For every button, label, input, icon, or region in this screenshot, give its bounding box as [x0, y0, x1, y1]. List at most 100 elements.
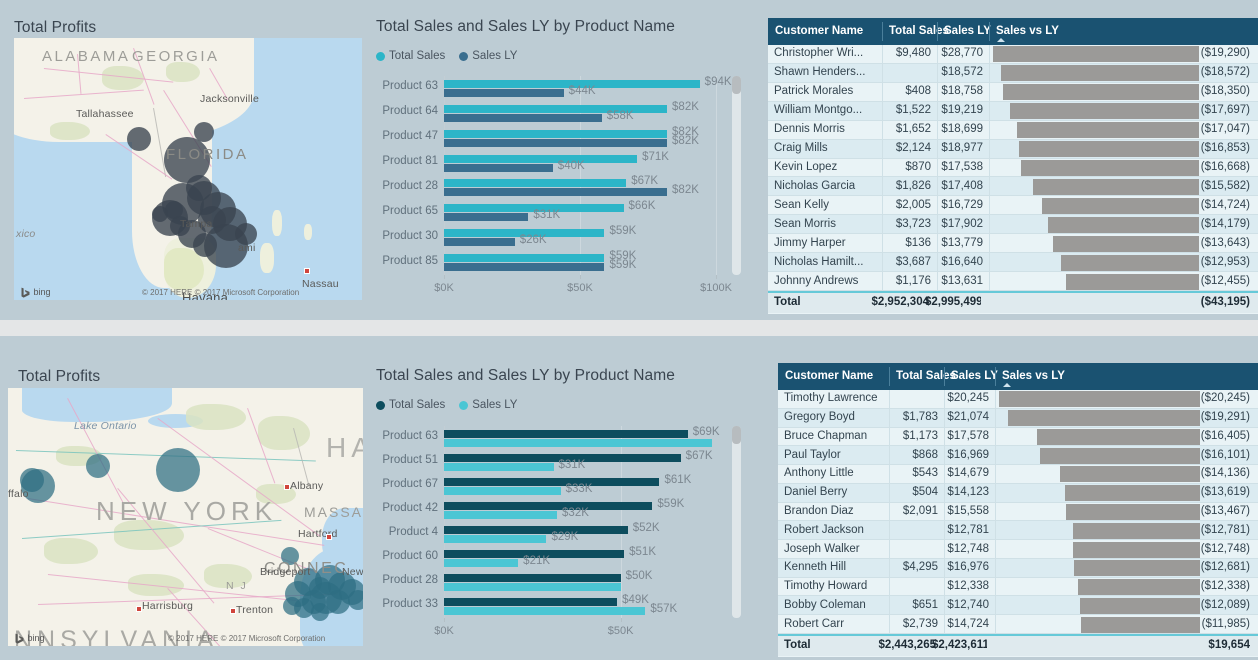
profit-bubble[interactable] — [170, 216, 190, 236]
bar-total-sales[interactable] — [444, 477, 660, 486]
cell-sales-vs-ly: ($16,668) — [1200, 161, 1250, 173]
city-marker-hartford — [326, 534, 332, 540]
chart-scrollbar-thumb[interactable] — [732, 76, 741, 94]
profit-bubble[interactable] — [20, 468, 44, 492]
bar-total-sales[interactable] — [444, 179, 627, 188]
cell-sales-vs-ly: ($17,697) — [1200, 104, 1250, 117]
bar-total-sales[interactable] — [444, 129, 668, 138]
legend-item[interactable]: Total Sales — [376, 50, 445, 62]
cell-customer-name: Kevin Lopez — [774, 161, 838, 173]
bar-value-label: $40K — [557, 159, 585, 172]
cell-sales-ly: $18,699 — [941, 123, 983, 136]
sort-ascending-icon[interactable] — [1003, 383, 1011, 387]
column-header-total-sales[interactable]: Total Sales — [889, 18, 949, 45]
bar-sales-ly[interactable] — [444, 113, 602, 122]
bar-sales-ly[interactable] — [444, 534, 547, 543]
column-header-customer-name[interactable]: Customer Name — [785, 363, 873, 390]
profit-bubble[interactable] — [283, 597, 301, 615]
header-separator — [995, 367, 996, 386]
column-header-sales-ly[interactable]: Sales LY — [951, 363, 998, 390]
chart-scrollbar-track[interactable] — [732, 76, 741, 275]
cell-customer-name: Kenneth Hill — [784, 561, 847, 574]
legend-item[interactable]: Total Sales — [376, 399, 445, 411]
chart-legend-top[interactable]: Total Sales Sales LY — [376, 50, 517, 62]
total-total-sales: $2,952,304 — [871, 296, 929, 308]
cell-total-sales: $136 — [905, 236, 931, 249]
cell-customer-name: Robert Carr — [784, 617, 845, 630]
bar-sales-ly[interactable] — [444, 510, 558, 519]
bar-sales-ly[interactable] — [444, 88, 564, 97]
bar-total-sales[interactable] — [444, 525, 628, 534]
bar-sales-ly[interactable] — [444, 438, 713, 447]
profit-bubble[interactable] — [127, 127, 151, 151]
profit-bubble[interactable] — [156, 448, 200, 492]
green-area — [204, 564, 252, 588]
cell-sales-ly: $18,758 — [941, 85, 983, 98]
cell-total-sales: $651 — [912, 598, 938, 611]
gridline — [716, 76, 717, 275]
bar-total-sales[interactable] — [444, 154, 638, 163]
cell-sales-vs-ly: ($13,619) — [1200, 486, 1250, 499]
chart-legend-bottom[interactable]: Total Sales Sales LY — [376, 399, 517, 411]
bar-sales-ly[interactable] — [444, 238, 515, 247]
profit-bubble[interactable] — [348, 590, 363, 610]
legend-item[interactable]: Sales LY — [459, 399, 517, 411]
legend-label: Total Sales — [389, 50, 446, 62]
sort-ascending-icon[interactable] — [997, 38, 1005, 42]
bar-sales-ly[interactable] — [444, 558, 519, 567]
bar-sales-ly[interactable] — [444, 462, 554, 471]
bar-sales-ly[interactable] — [444, 213, 529, 222]
bar-total-sales[interactable] — [444, 501, 653, 510]
bar-sales-ly[interactable] — [444, 188, 668, 197]
bar-total-sales[interactable] — [444, 429, 688, 438]
map-visual-top[interactable]: ALABAMA GEORGIA FLORIDA Tallahassee Jacksonv… — [14, 38, 362, 300]
bar-sales-ly[interactable] — [444, 606, 646, 615]
cell-customer-name: Robert Jackson — [784, 523, 864, 536]
customer-table-bottom[interactable]: Customer Name Total Sales Sales LY Sales vs… — [778, 363, 1258, 657]
map-visual-bottom[interactable]: NEW YORKNNSYLVANIAMASSACONNECHALake Onta… — [8, 388, 363, 646]
cell-sales-vs-ly: ($12,455) — [1200, 274, 1250, 287]
chart-scrollbar-track[interactable] — [732, 426, 741, 618]
profit-bubble[interactable] — [198, 206, 226, 234]
cell-customer-name: Shawn Henders... — [774, 66, 866, 79]
profit-bubble[interactable] — [86, 454, 110, 478]
bar-chart-bottom[interactable]: $0K $50K Product 63 $69K Product 51 $67K $31K P… — [376, 420, 746, 648]
category-label: Product 51 — [382, 454, 438, 466]
profit-bubble[interactable] — [281, 547, 299, 565]
legend-item[interactable]: Sales LY — [459, 50, 517, 62]
profit-bubble[interactable] — [311, 603, 329, 621]
profit-bubble[interactable] — [152, 206, 168, 222]
bar-sales-ly[interactable] — [444, 263, 605, 272]
cell-sales-ly: $15,558 — [947, 505, 989, 517]
total-total-sales: $2,443,265 — [878, 639, 936, 651]
bar-total-sales[interactable] — [444, 573, 621, 582]
column-divider — [989, 45, 990, 291]
customer-table-top[interactable]: Customer Name Total Sales Sales LY Sales vs… — [768, 18, 1258, 314]
chart-scrollbar-thumb[interactable] — [732, 426, 741, 444]
green-area — [50, 122, 90, 140]
column-header-sales-ly[interactable]: Sales LY — [944, 18, 991, 45]
total-sales-ly: $2,423,611 — [932, 639, 987, 651]
column-header-total-sales[interactable]: Total Sales — [896, 363, 956, 390]
cell-sales-vs-ly: ($12,781) — [1200, 523, 1250, 536]
profit-bubble[interactable] — [193, 233, 217, 257]
bar-sales-ly[interactable] — [444, 138, 668, 147]
bar-sales-ly[interactable] — [444, 163, 553, 172]
category-label: Product 4 — [388, 526, 438, 538]
bar-sales-ly[interactable] — [444, 582, 621, 591]
bar-sales-ly[interactable] — [444, 486, 561, 495]
bar-chart-top[interactable]: $0K $50K $100K Product 63 $94K $44K Product 64… — [376, 70, 746, 305]
profit-bubble[interactable] — [235, 223, 257, 245]
cell-sales-vs-ly: ($16,853) — [1200, 142, 1250, 155]
cell-sales-ly: $20,245 — [947, 392, 989, 405]
cell-sales-vs-ly: ($19,291) — [1200, 411, 1250, 424]
bar-total-sales[interactable] — [444, 254, 605, 263]
cell-total-sales: $2,739 — [902, 617, 938, 630]
bar-total-sales[interactable] — [444, 597, 618, 606]
column-header-sales-vs-ly[interactable]: Sales vs LY — [996, 18, 1059, 45]
column-header-sales-vs-ly[interactable]: Sales vs LY — [1002, 363, 1065, 390]
cell-sales-ly: $18,977 — [941, 142, 983, 155]
column-header-customer-name[interactable]: Customer Name — [775, 18, 863, 45]
cell-customer-name: Craig Mills — [774, 142, 828, 155]
cell-customer-name: Bruce Chapman — [784, 429, 868, 442]
